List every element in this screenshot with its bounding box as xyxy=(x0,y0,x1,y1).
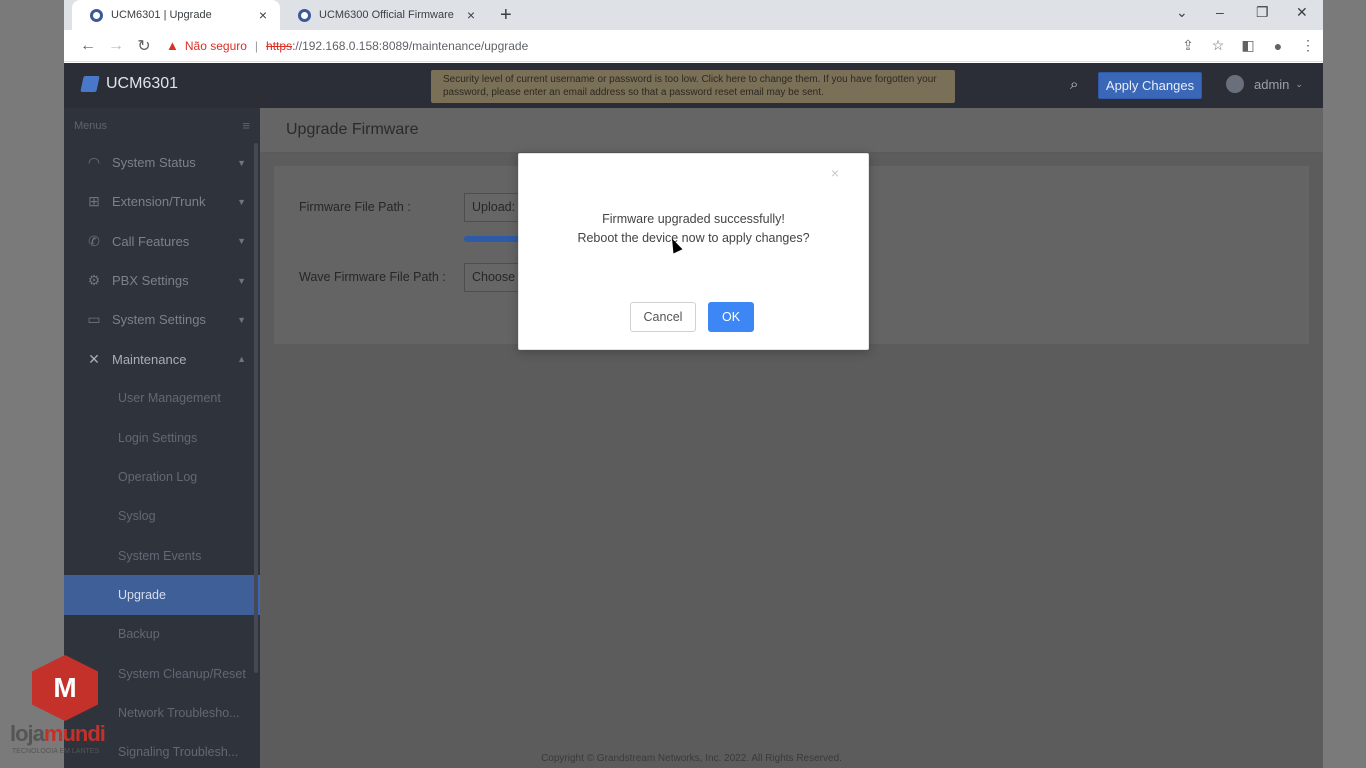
monitor-gear-icon: ▭ xyxy=(87,311,101,328)
copyright-footer: Copyright © Grandstream Networks, Inc. 2… xyxy=(541,753,842,764)
close-icon[interactable]: × xyxy=(464,7,478,23)
bookmark-star-icon[interactable]: ☆ xyxy=(1203,37,1233,54)
back-arrow-icon[interactable]: ← xyxy=(74,37,102,55)
sidebar-subitem-backup[interactable]: Backup xyxy=(64,615,260,654)
url-field[interactable]: ▲ Não seguro | https ://192.168.0.158:80… xyxy=(166,38,1173,53)
address-bar: ← → ↻ ▲ Não seguro | https ://192.168.0.… xyxy=(64,30,1323,62)
close-icon[interactable]: × xyxy=(831,165,839,181)
chevron-down-icon: ▼ xyxy=(237,196,246,207)
chevron-down-icon: ⌄ xyxy=(1295,78,1303,89)
network-icon: ⊞ xyxy=(88,193,100,210)
restore-icon[interactable]: ❐ xyxy=(1256,4,1269,21)
firmware-path-label: Firmware File Path : xyxy=(299,200,411,214)
tab-ucm6301-upgrade[interactable]: UCM6301 | Upgrade × xyxy=(72,0,280,30)
page-title: Upgrade Firmware xyxy=(260,108,1323,153)
upgrade-success-dialog: × Firmware upgraded successfully! Reboot… xyxy=(518,153,869,350)
watermark-wordmark: lojamundi xyxy=(10,721,106,747)
separator: | xyxy=(254,38,259,53)
grandstream-favicon-icon xyxy=(90,8,103,22)
sidebar-item-call-features[interactable]: ✆ Call Features ▼ xyxy=(64,222,260,261)
ucm-logo[interactable]: UCM6301 xyxy=(80,75,179,93)
forward-arrow-icon[interactable]: → xyxy=(102,37,130,55)
watermark-loja: loja xyxy=(10,721,45,746)
minimize-icon[interactable]: – xyxy=(1216,4,1224,20)
sidebar-scrollbar[interactable] xyxy=(254,143,258,673)
lojamundi-logo-icon: M xyxy=(32,655,98,721)
sidebar-item-label: System Settings xyxy=(112,312,206,328)
sidebar-item-pbx-settings[interactable]: ⚙ PBX Settings ▼ xyxy=(64,261,260,300)
reload-icon[interactable]: ↻ xyxy=(130,36,158,56)
more-menu-icon[interactable]: ⋮ xyxy=(1293,37,1323,54)
grandstream-logo-icon xyxy=(80,76,100,92)
username: admin xyxy=(1254,76,1290,92)
sidebar-item-maintenance[interactable]: ✕ Maintenance ▲ xyxy=(64,339,260,378)
sidebar-subitem-user-management[interactable]: User Management xyxy=(64,379,260,418)
gear-icon: ⚙ xyxy=(87,272,101,289)
chevron-down-icon: ▼ xyxy=(237,157,246,168)
window-close-icon[interactable]: ✕ xyxy=(1296,4,1308,21)
grandstream-favicon-icon xyxy=(298,8,311,22)
wave-firmware-choose-field[interactable]: Choose xyxy=(464,263,524,292)
sidebar-item-extension-trunk[interactable]: ⊞ Extension/Trunk ▼ xyxy=(64,182,260,221)
url-scheme: https xyxy=(266,38,293,53)
url-path: ://192.168.0.158:8089/maintenance/upgrad… xyxy=(292,38,529,53)
menus-label: Menus xyxy=(74,119,108,132)
browser-window: UCM6301 | Upgrade × UCM6300 Official Fir… xyxy=(64,0,1323,768)
chevron-down-icon: ▼ xyxy=(237,314,246,325)
side-panel-icon[interactable]: ◧ xyxy=(1233,37,1263,54)
chevron-up-icon: ▲ xyxy=(237,354,246,365)
gauge-icon: ◠ xyxy=(87,154,101,171)
dialog-message-line1: Firmware upgraded successfully! xyxy=(602,212,785,226)
collapse-menu-icon[interactable]: ≡ xyxy=(242,118,250,133)
user-menu[interactable]: admin ⌄ xyxy=(1226,75,1303,93)
chevron-down-icon: ▼ xyxy=(237,236,246,247)
sidebar-subitem-upgrade[interactable]: Upgrade xyxy=(64,575,260,615)
logo-text: UCM6301 xyxy=(106,75,179,92)
sidebar-subitem-system-events[interactable]: System Events xyxy=(64,536,260,575)
security-warning-banner[interactable]: Security level of current username or pa… xyxy=(431,70,955,103)
sidebar-subitem-operation-log[interactable]: Operation Log xyxy=(64,457,260,496)
sidebar-item-label: Maintenance xyxy=(112,351,187,367)
tab-title: UCM6300 Official Firmware xyxy=(319,9,454,21)
tab-search-chevron-icon[interactable]: ⌄ xyxy=(1176,4,1188,21)
phone-icon: ✆ xyxy=(88,232,100,249)
upload-progress-bar xyxy=(464,236,524,242)
sidebar-header: Menus ≡ xyxy=(64,108,260,143)
firmware-upload-field[interactable]: Upload: xyxy=(464,193,524,222)
tab-bar: UCM6301 | Upgrade × UCM6300 Official Fir… xyxy=(64,0,1323,30)
sidebar-item-system-settings[interactable]: ▭ System Settings ▼ xyxy=(64,300,260,339)
ok-button[interactable]: OK xyxy=(708,302,754,332)
sidebar-subitem-syslog[interactable]: Syslog xyxy=(64,497,260,536)
chevron-down-icon: ▼ xyxy=(237,275,246,286)
avatar xyxy=(1226,75,1244,93)
sidebar-subitem-login-settings[interactable]: Login Settings xyxy=(64,418,260,457)
profile-icon[interactable]: ● xyxy=(1263,38,1293,54)
share-icon[interactable]: ⇪ xyxy=(1173,37,1203,54)
sidebar-item-label: PBX Settings xyxy=(112,273,189,289)
warning-triangle-icon: ▲ xyxy=(166,38,179,53)
cancel-button[interactable]: Cancel xyxy=(630,302,696,332)
new-tab-button[interactable]: + xyxy=(500,4,512,27)
watermark-tagline: TECNOLOGIA EM LANTES xyxy=(12,748,100,755)
sidebar-item-label: Call Features xyxy=(112,233,190,249)
apply-changes-button[interactable]: Apply Changes xyxy=(1098,72,1202,99)
sidebar-item-label: Extension/Trunk xyxy=(112,194,206,210)
insecure-label[interactable]: Não seguro xyxy=(185,39,247,53)
wave-firmware-path-label: Wave Firmware File Path : xyxy=(299,270,446,284)
lojamundi-watermark: M lojamundi TECNOLOGIA EM LANTES xyxy=(10,655,130,765)
sidebar-item-label: System Status xyxy=(112,155,196,171)
search-icon[interactable]: ⌕ xyxy=(1070,76,1078,93)
tab-ucm6300-firmware[interactable]: UCM6300 Official Firmware × xyxy=(280,0,488,30)
sidebar-item-system-status[interactable]: ◠ System Status ▼ xyxy=(64,143,260,182)
watermark-mundi: mundi xyxy=(43,721,106,746)
close-icon[interactable]: × xyxy=(256,7,270,23)
dialog-message-line2: Reboot the device now to apply changes? xyxy=(577,231,810,245)
tab-title: UCM6301 | Upgrade xyxy=(111,9,212,21)
app-header: UCM6301 Security level of current userna… xyxy=(64,63,1323,108)
tools-icon: ✕ xyxy=(88,350,100,367)
dialog-message: Firmware upgraded successfully! Reboot t… xyxy=(519,210,868,248)
